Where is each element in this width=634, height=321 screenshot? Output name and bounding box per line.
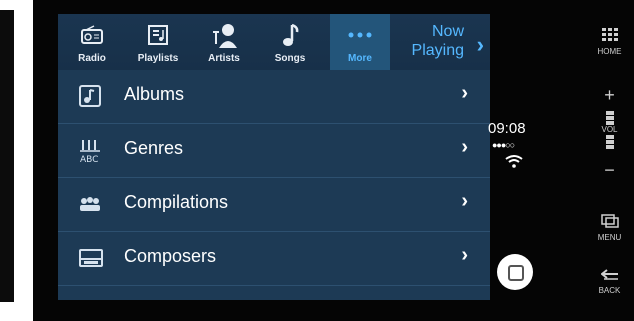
menu-button[interactable]: MENU (585, 214, 634, 242)
album-icon (78, 84, 102, 108)
grid-icon (601, 28, 618, 41)
volume-minus: − (604, 160, 615, 180)
list-item-compilations[interactable]: Compilations › (58, 178, 490, 232)
back-arrow-icon (599, 269, 618, 280)
volume-plus: + (604, 85, 615, 105)
home-caption: HOME (597, 47, 622, 56)
chevron-right-icon: › (461, 136, 468, 158)
tab-more[interactable]: More (330, 14, 390, 70)
left-bezel (0, 10, 14, 302)
list-item-label: Compilations (124, 192, 229, 212)
wifi-icon (504, 154, 524, 168)
compilations-icon (78, 192, 102, 216)
hardware-button-rail: HOME + VOL − MENU BACK (585, 0, 634, 321)
clock: 09:08 (488, 120, 526, 137)
tab-label: Radio (78, 53, 106, 64)
more-menu-list: Albums › ABC Genres › Compilations › Com… (58, 70, 490, 286)
home-button[interactable]: HOME (585, 28, 634, 56)
tab-songs[interactable]: Songs (260, 14, 320, 70)
signal-strength: ●●●○○ (492, 140, 515, 150)
list-item-label: Genres (124, 138, 184, 158)
list-item-composers[interactable]: Composers › (58, 232, 490, 286)
playlist-icon (128, 22, 188, 48)
volume-up-button[interactable]: + (585, 85, 634, 106)
tab-artists[interactable]: Artists (194, 14, 254, 70)
vol-caption: VOL (601, 125, 618, 134)
chevron-right-icon: › (461, 190, 468, 212)
list-item-albums[interactable]: Albums › (58, 70, 490, 124)
back-caption: BACK (598, 286, 621, 295)
tab-radio[interactable]: Radio (62, 14, 122, 70)
chevron-right-icon: › (461, 244, 468, 266)
now-playing-line2: Playing (411, 42, 464, 59)
list-item-label: Albums (124, 84, 185, 104)
carplay-home-button[interactable] (497, 254, 533, 290)
menu-icon (600, 214, 619, 228)
back-button[interactable]: BACK (585, 268, 634, 295)
tab-label: Songs (274, 53, 306, 64)
tab-label: Playlists (137, 53, 179, 64)
home-square-icon (508, 265, 524, 281)
artist-icon (194, 22, 254, 48)
volume-indicator: VOL (585, 110, 634, 149)
chevron-right-icon: › (461, 82, 468, 104)
radio-icon (62, 22, 122, 48)
tab-label: More (348, 53, 372, 64)
genres-icon: ABC (78, 138, 102, 165)
svg-text:ABC: ABC (80, 155, 98, 164)
composers-icon (78, 246, 103, 270)
more-dots-icon (330, 22, 390, 48)
tab-playlists[interactable]: Playlists (128, 14, 188, 70)
now-playing-line1: Now (431, 23, 464, 40)
list-item-genres[interactable]: ABC Genres › (58, 124, 490, 178)
tab-bar: Radio Playlists Artists Songs More Now P… (58, 14, 490, 70)
music-note-icon (260, 22, 320, 48)
volume-down-button[interactable]: − (585, 160, 634, 181)
list-item-label: Composers (124, 246, 217, 266)
chevron-right-icon: › (476, 32, 484, 57)
carplay-screen: Radio Playlists Artists Songs More Now P… (58, 14, 490, 300)
tab-label: Artists (208, 53, 240, 64)
now-playing-button[interactable]: Now Playing › (388, 20, 488, 64)
menu-caption: MENU (597, 233, 622, 242)
